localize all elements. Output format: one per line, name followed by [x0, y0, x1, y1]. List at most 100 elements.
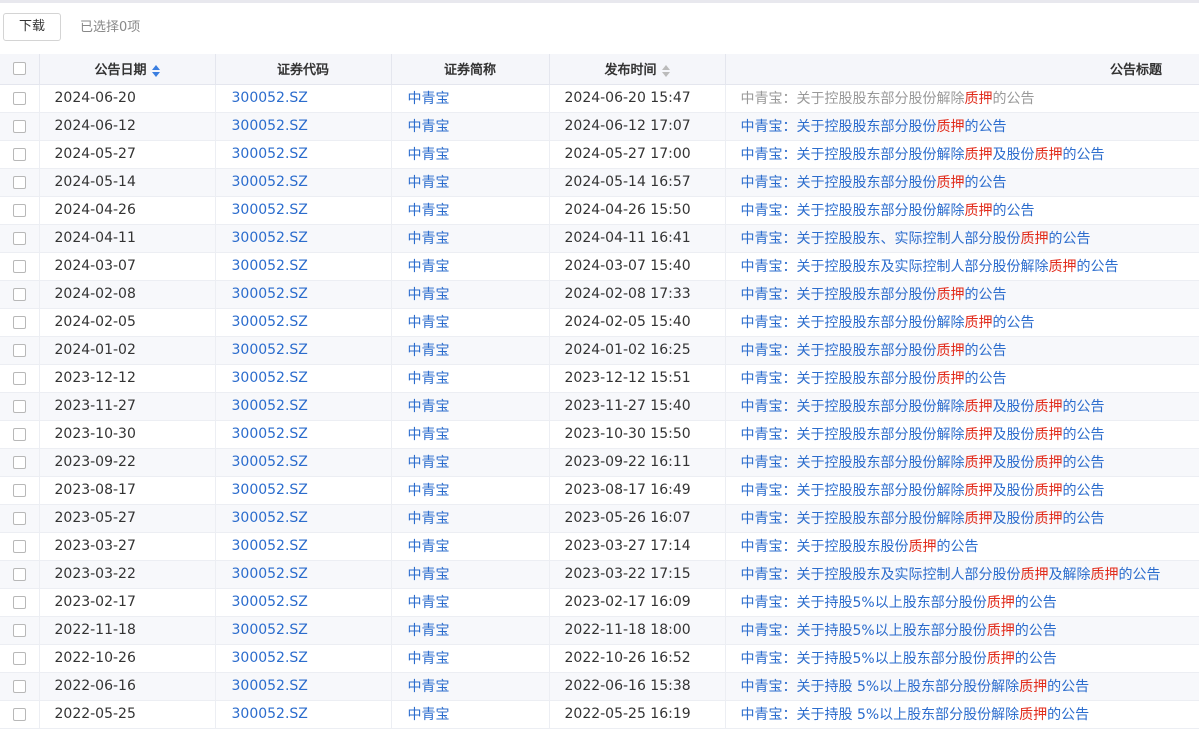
security-name-link[interactable]: 中青宝	[391, 168, 550, 197]
sort-icon[interactable]	[151, 64, 160, 78]
column-header-publish-time[interactable]: 发布时间	[549, 54, 726, 85]
security-code-link[interactable]: 300052.SZ	[215, 140, 392, 169]
row-checkbox[interactable]	[12, 91, 26, 105]
security-code-link[interactable]: 300052.SZ	[215, 224, 392, 253]
security-name-link[interactable]: 中青宝	[391, 280, 550, 309]
security-code-link[interactable]: 300052.SZ	[215, 504, 392, 533]
security-name-link[interactable]: 中青宝	[391, 252, 550, 281]
security-code-link[interactable]: 300052.SZ	[215, 616, 392, 645]
announcement-title-link[interactable]: 中青宝：关于控股股东部分股份质押的公告	[725, 168, 1199, 197]
security-code-link[interactable]: 300052.SZ	[215, 364, 392, 393]
announcement-title-link[interactable]: 中青宝：关于控股股东及实际控制人部分股份质押及解除质押的公告	[725, 560, 1199, 589]
announcement-title-link[interactable]: 中青宝：关于控股股东部分股份解除质押的公告	[725, 196, 1199, 225]
security-name-link[interactable]: 中青宝	[391, 476, 550, 505]
security-name-link[interactable]: 中青宝	[391, 364, 550, 393]
security-name-link[interactable]: 中青宝	[391, 588, 550, 617]
security-name-link[interactable]: 中青宝	[391, 420, 550, 449]
announcement-title-link[interactable]: 中青宝：关于控股股东、实际控制人部分股份质押的公告	[725, 224, 1199, 253]
security-code-link[interactable]: 300052.SZ	[215, 560, 392, 589]
security-name-link[interactable]: 中青宝	[391, 308, 550, 337]
security-name-link[interactable]: 中青宝	[391, 644, 550, 673]
row-checkbox[interactable]	[12, 483, 26, 497]
security-name-link[interactable]: 中青宝	[391, 504, 550, 533]
announcement-title-link[interactable]: 中青宝：关于控股股东部分股份解除质押及股份质押的公告	[725, 420, 1199, 449]
row-checkbox[interactable]	[12, 287, 26, 301]
announcement-title-link[interactable]: 中青宝：关于控股股东部分股份解除质押及股份质押的公告	[725, 504, 1199, 533]
row-checkbox[interactable]	[12, 455, 26, 469]
row-checkbox[interactable]	[12, 119, 26, 133]
announcement-title-link[interactable]: 中青宝：关于持股 5%以上股东部分股份解除质押的公告	[725, 700, 1199, 729]
announcement-title-link[interactable]: 中青宝：关于控股股东部分股份解除质押的公告	[725, 308, 1199, 337]
security-code-link[interactable]: 300052.SZ	[215, 84, 392, 113]
row-checkbox[interactable]	[12, 147, 26, 161]
row-checkbox[interactable]	[12, 651, 26, 665]
security-name-link[interactable]: 中青宝	[391, 560, 550, 589]
security-name-link[interactable]: 中青宝	[391, 336, 550, 365]
security-name-link[interactable]: 中青宝	[391, 700, 550, 729]
row-checkbox[interactable]	[12, 427, 26, 441]
announcement-title-link[interactable]: 中青宝：关于控股股东部分股份质押的公告	[725, 364, 1199, 393]
security-name-link[interactable]: 中青宝	[391, 672, 550, 701]
announcement-title-link[interactable]: 中青宝：关于控股股东部分股份解除质押及股份质押的公告	[725, 392, 1199, 421]
select-all-checkbox[interactable]	[12, 62, 26, 76]
security-code-link[interactable]: 300052.SZ	[215, 448, 392, 477]
column-header-date[interactable]: 公告日期	[39, 54, 216, 85]
security-name-link[interactable]: 中青宝	[391, 112, 550, 141]
security-code-link[interactable]: 300052.SZ	[215, 112, 392, 141]
row-checkbox[interactable]	[12, 259, 26, 273]
announcement-title-link[interactable]: 中青宝：关于持股5%以上股东部分股份质押的公告	[725, 644, 1199, 673]
row-checkbox[interactable]	[12, 679, 26, 693]
download-button[interactable]: 下载	[3, 13, 61, 41]
title-text-segment: 及股份	[992, 455, 1035, 471]
security-name-link[interactable]: 中青宝	[391, 224, 550, 253]
row-checkbox[interactable]	[12, 231, 26, 245]
announcement-title-link[interactable]: 中青宝：关于控股股东部分股份解除质押及股份质押的公告	[725, 476, 1199, 505]
row-checkbox[interactable]	[12, 343, 26, 357]
row-checkbox[interactable]	[12, 623, 26, 637]
announcement-title-link[interactable]: 中青宝：关于持股5%以上股东部分股份质押的公告	[725, 616, 1199, 645]
security-name-link[interactable]: 中青宝	[391, 616, 550, 645]
row-checkbox[interactable]	[12, 315, 26, 329]
row-checkbox[interactable]	[12, 511, 26, 525]
row-checkbox[interactable]	[12, 399, 26, 413]
announcement-title-link[interactable]: 中青宝：关于控股股东股份质押的公告	[725, 532, 1199, 561]
sort-icon[interactable]	[661, 64, 670, 78]
announcement-title-link[interactable]: 中青宝：关于控股股东部分股份质押的公告	[725, 336, 1199, 365]
security-code-link[interactable]: 300052.SZ	[215, 672, 392, 701]
security-code-link[interactable]: 300052.SZ	[215, 196, 392, 225]
security-name-link[interactable]: 中青宝	[391, 196, 550, 225]
security-name-link[interactable]: 中青宝	[391, 84, 550, 113]
security-code-link[interactable]: 300052.SZ	[215, 280, 392, 309]
security-code-link[interactable]: 300052.SZ	[215, 420, 392, 449]
announcement-title-link[interactable]: 中青宝：关于控股股东及实际控制人部分股份解除质押的公告	[725, 252, 1199, 281]
title-text-segment: 中青宝：关于控股股东部分股份解除	[740, 483, 965, 499]
security-code-link[interactable]: 300052.SZ	[215, 588, 392, 617]
announcement-title-link[interactable]: 中青宝：关于持股5%以上股东部分股份质押的公告	[725, 588, 1199, 617]
security-code-link[interactable]: 300052.SZ	[215, 700, 392, 729]
security-code-link[interactable]: 300052.SZ	[215, 532, 392, 561]
row-checkbox[interactable]	[12, 567, 26, 581]
security-code-link[interactable]: 300052.SZ	[215, 476, 392, 505]
row-checkbox[interactable]	[12, 707, 26, 721]
security-code-link[interactable]: 300052.SZ	[215, 392, 392, 421]
security-code-link[interactable]: 300052.SZ	[215, 644, 392, 673]
security-code-link[interactable]: 300052.SZ	[215, 336, 392, 365]
security-code-link[interactable]: 300052.SZ	[215, 168, 392, 197]
security-name-link[interactable]: 中青宝	[391, 532, 550, 561]
security-code-link[interactable]: 300052.SZ	[215, 252, 392, 281]
row-checkbox[interactable]	[12, 371, 26, 385]
announcement-title-link[interactable]: 中青宝：关于控股股东部分股份解除质押的公告	[725, 84, 1199, 113]
row-checkbox[interactable]	[12, 539, 26, 553]
announcement-title-link[interactable]: 中青宝：关于控股股东部分股份解除质押及股份质押的公告	[725, 140, 1199, 169]
announcement-title-link[interactable]: 中青宝：关于控股股东部分股份解除质押及股份质押的公告	[725, 448, 1199, 477]
row-checkbox[interactable]	[12, 595, 26, 609]
row-checkbox[interactable]	[12, 203, 26, 217]
security-code-link[interactable]: 300052.SZ	[215, 308, 392, 337]
security-name-link[interactable]: 中青宝	[391, 392, 550, 421]
announcement-title-link[interactable]: 中青宝：关于控股股东部分股份质押的公告	[725, 112, 1199, 141]
announcement-title-link[interactable]: 中青宝：关于控股股东部分股份质押的公告	[725, 280, 1199, 309]
row-checkbox[interactable]	[12, 175, 26, 189]
security-name-link[interactable]: 中青宝	[391, 140, 550, 169]
announcement-title-link[interactable]: 中青宝：关于持股 5%以上股东部分股份解除质押的公告	[725, 672, 1199, 701]
security-name-link[interactable]: 中青宝	[391, 448, 550, 477]
